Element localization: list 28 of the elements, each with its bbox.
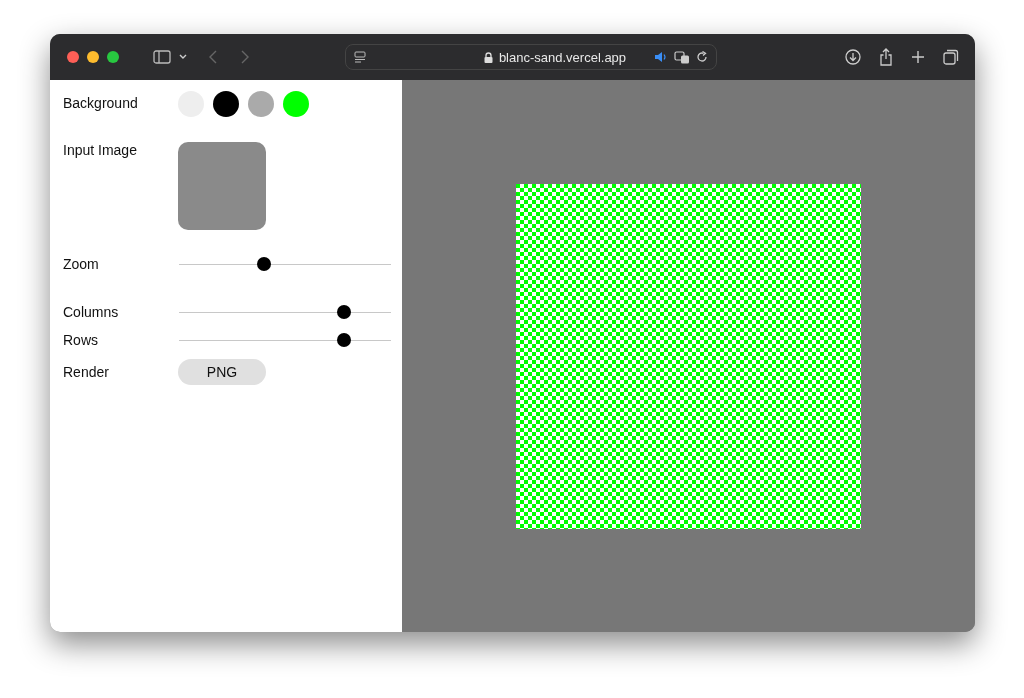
page-menu-icon[interactable]: [354, 51, 366, 63]
speaker-icon[interactable]: [654, 51, 668, 63]
reload-icon[interactable]: [696, 51, 708, 63]
back-icon[interactable]: [209, 50, 217, 64]
sidebar-icon[interactable]: [153, 50, 171, 64]
url-text: blanc-sand.vercel.app: [498, 49, 627, 65]
setting-label: Rows: [63, 331, 99, 349]
zoom-button[interactable]: [107, 51, 119, 63]
forward-icon[interactable]: [241, 50, 249, 64]
lock-icon: [483, 51, 493, 63]
setting-label: Zoom: [63, 255, 100, 273]
color-swatch[interactable]: [248, 91, 274, 117]
color-swatch[interactable]: [213, 91, 239, 117]
minimize-button[interactable]: [87, 51, 99, 63]
setting-label: Render: [63, 363, 110, 381]
png-button[interactable]: PNG: [178, 359, 266, 385]
tabs-overview-icon[interactable]: [943, 49, 959, 65]
share-icon[interactable]: [879, 48, 893, 66]
translate-icon[interactable]: [674, 50, 690, 64]
chevron-down-icon[interactable]: [179, 54, 187, 60]
address-bar[interactable]: blanc-sand.vercel.app: [345, 44, 717, 70]
download-icon[interactable]: [845, 49, 861, 65]
setting-label: Input Image: [63, 141, 138, 159]
setting-label: Columns: [63, 303, 120, 321]
color-swatch[interactable]: [283, 91, 309, 117]
new-tab-icon[interactable]: [911, 50, 925, 64]
close-button[interactable]: [67, 51, 79, 63]
setting-label: Background: [63, 94, 139, 112]
